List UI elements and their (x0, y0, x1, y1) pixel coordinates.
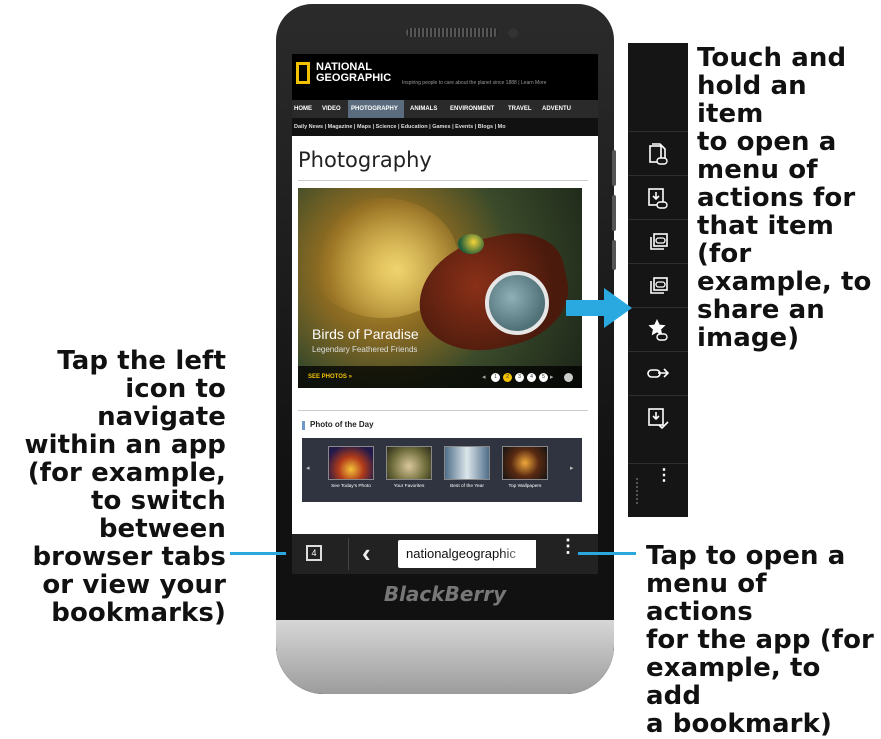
nav-video[interactable]: VIDEO (322, 100, 344, 118)
touch-indicator (485, 271, 549, 335)
thumb-today[interactable] (328, 446, 374, 480)
copy-link-icon[interactable] (628, 219, 688, 263)
thumb-label[interactable]: Top Wallpapers (495, 484, 555, 489)
nav-photography[interactable]: PHOTOGRAPHY (348, 100, 404, 118)
overflow-menu-icon[interactable]: ⋮ (559, 537, 577, 555)
front-camera (508, 28, 518, 38)
photo-of-day-strip: ◂ See Today's Photo Your Favorites Best … (302, 438, 582, 502)
mute-button (612, 195, 616, 231)
leader-line-right (578, 552, 636, 555)
phone-chin (276, 620, 614, 694)
section-marker (302, 421, 305, 430)
hero-title: Birds of Paradise (312, 326, 419, 342)
ng-logo-icon[interactable] (296, 62, 310, 84)
arrow-icon (566, 288, 632, 328)
pause-icon[interactable] (564, 373, 573, 382)
grip-icon (636, 478, 638, 504)
browser-action-bar: 4 ‹ nationalgeographic ⋮ (292, 534, 598, 574)
bar-divider (348, 538, 349, 570)
thumb-favorites[interactable] (386, 446, 432, 480)
nav-home[interactable]: HOME (294, 100, 318, 118)
share-link-icon[interactable] (628, 131, 688, 175)
site-nav: HOME VIDEO PHOTOGRAPHY ANIMALS ENVIRONME… (292, 100, 598, 118)
page-title: Photography (298, 148, 432, 172)
hero-image[interactable]: Birds of Paradise Legendary Feathered Fr… (298, 188, 582, 388)
pager-prev-icon[interactable]: ◂ (482, 373, 486, 382)
photo-of-day-heading: Photo of the Day (310, 420, 374, 429)
download-link-icon[interactable] (628, 175, 688, 219)
copy-image-icon[interactable] (628, 263, 688, 307)
divider (298, 180, 588, 181)
back-icon[interactable]: ‹ (362, 538, 371, 568)
strip-prev-icon[interactable]: ◂ (306, 464, 310, 472)
site-subnav: Daily News | Magazine | Maps | Science |… (292, 118, 598, 136)
more-icon[interactable]: ⋮ (656, 468, 672, 484)
send-link-icon[interactable] (628, 351, 688, 395)
volume-up-button (612, 150, 616, 186)
site-tagline: Inspiring people to care about the plane… (402, 80, 547, 86)
pager-dot[interactable]: 3 (515, 373, 524, 382)
earpiece-speaker (406, 28, 498, 37)
nav-environment[interactable]: ENVIRONMENT (450, 100, 504, 118)
strip-next-icon[interactable]: ▸ (570, 464, 574, 472)
phone: BlackBerry NATIONAL GEOGRAPHIC Inspiring… (276, 4, 614, 694)
callout-app-menu: Tap to open a menu of actions for the ap… (646, 541, 874, 739)
bookmark-link-icon[interactable] (628, 307, 688, 351)
nav-adventure[interactable]: ADVENTU (542, 100, 598, 118)
divider (298, 410, 588, 411)
volume-down-button (612, 240, 616, 270)
thumb-wallpapers[interactable] (502, 446, 548, 480)
nav-travel[interactable]: TRAVEL (508, 100, 536, 118)
thumb-label[interactable]: Best of the Year (437, 484, 497, 489)
hero-subtitle: Legendary Feathered Friends (312, 345, 418, 354)
thumb-best-year[interactable] (444, 446, 490, 480)
leader-line-left (230, 552, 286, 555)
thumb-label[interactable]: See Today's Photo (321, 484, 381, 489)
address-fade (500, 540, 536, 568)
pager-dot[interactable]: 1 (491, 373, 500, 382)
callout-touch-hold: Touch and hold an item to open a menu of… (697, 43, 872, 353)
pager-dot[interactable]: 5 (539, 373, 548, 382)
pager-next-icon[interactable]: ▸ (550, 373, 554, 382)
subnav-links[interactable]: Daily News | Magazine | Maps | Science |… (294, 118, 506, 136)
thumb-label[interactable]: Your Favorites (379, 484, 439, 489)
browser-screen: NATIONAL GEOGRAPHIC Inspiring people to … (292, 54, 598, 574)
pager-dot[interactable]: 4 (527, 373, 536, 382)
tabs-icon[interactable]: 4 (306, 545, 322, 561)
action-overflow[interactable]: ⋮ (628, 463, 688, 517)
site-header: NATIONAL GEOGRAPHIC Inspiring people to … (292, 54, 598, 100)
context-action-bar: ⋮ (628, 43, 688, 517)
save-image-icon[interactable] (628, 395, 688, 439)
callout-left-icon: Tap the left icon to navigate within an … (24, 346, 226, 628)
blackberry-logo: BlackBerry (383, 582, 507, 606)
see-photos-link[interactable]: SEE PHOTOS » (308, 374, 352, 380)
nav-animals[interactable]: ANIMALS (410, 100, 444, 118)
bird-head (458, 234, 484, 254)
pager-dot-active[interactable]: 2 (503, 373, 512, 382)
site-logo-text[interactable]: NATIONAL GEOGRAPHIC (316, 62, 391, 84)
